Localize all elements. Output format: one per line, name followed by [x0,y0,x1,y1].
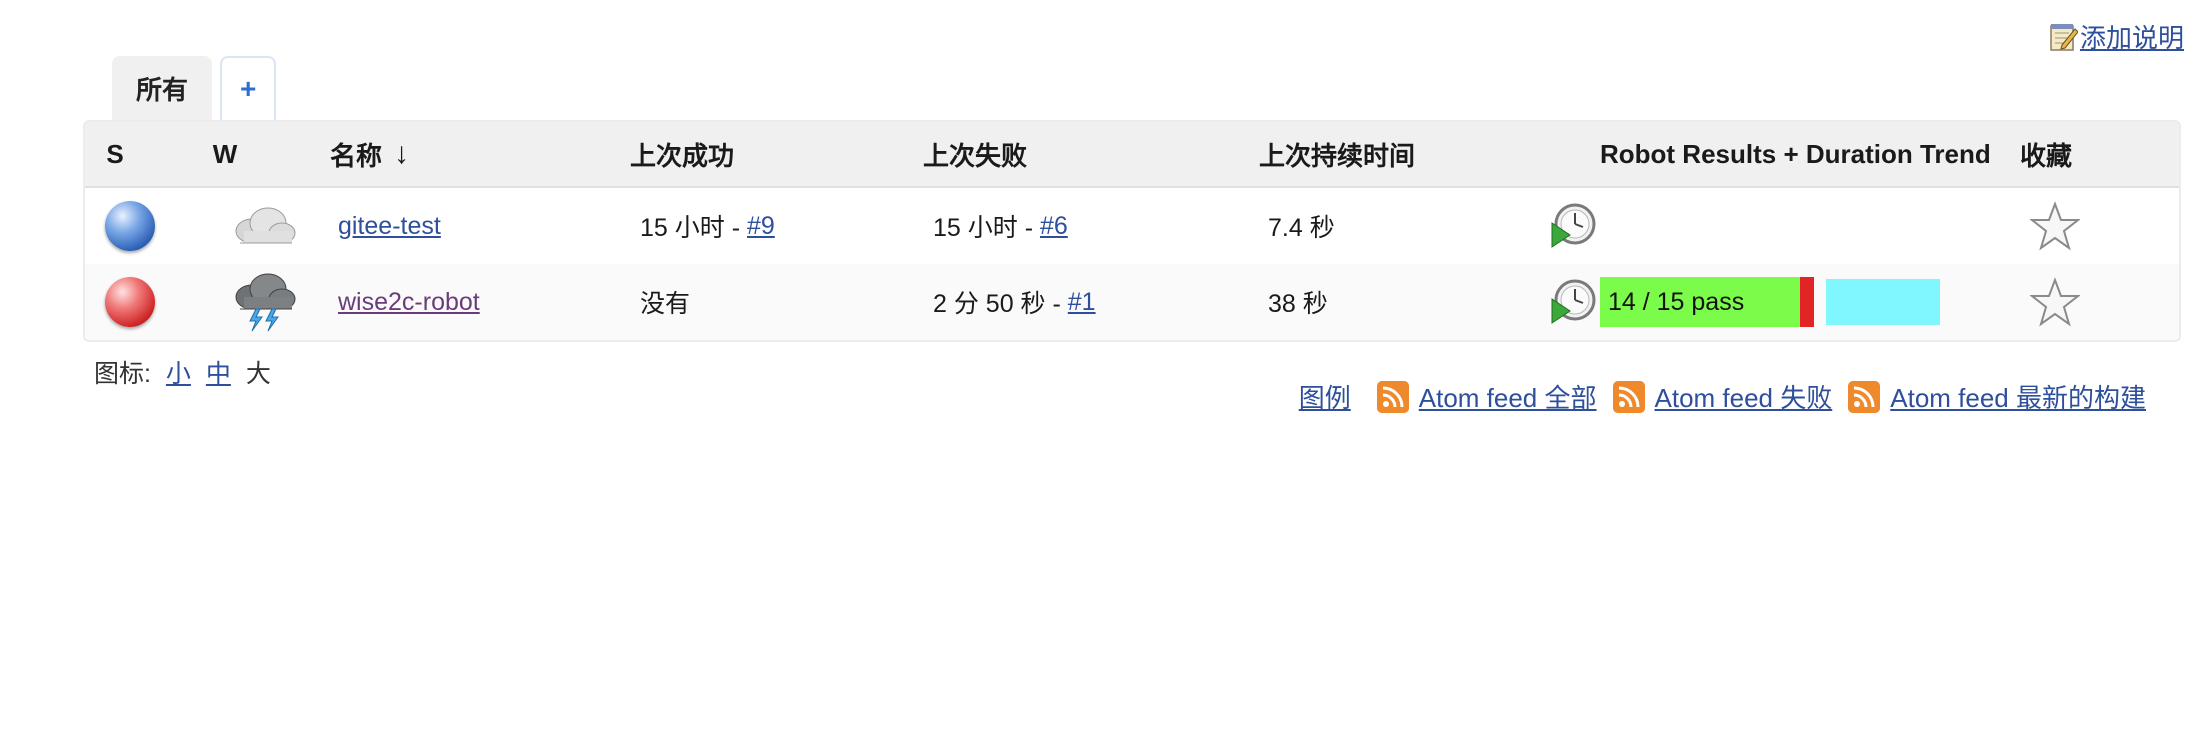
status-blue-ball-icon [105,201,155,251]
col-last-success[interactable]: 上次成功 [630,122,734,186]
last-success-time: 15 小时 - [640,214,747,242]
legend-link[interactable]: 图例 [1299,378,1351,415]
status-cell [85,264,175,340]
schedule-build-icon[interactable] [1548,201,1598,251]
last-failure-cell: 15 小时 - #6 [933,188,1068,264]
view-tabs: 所有 + [112,56,277,120]
sort-down-icon: ↓ [394,137,410,170]
col-name[interactable]: 名称 ↓ [330,122,409,186]
notepad-edit-icon [2050,23,2078,51]
cloudy-weather-icon [235,207,296,244]
robot-duration-trend [1826,279,1940,325]
feed-latest: Atom feed 最新的构建 [1848,378,2146,415]
job-link[interactable]: wise2c-robot [338,288,480,317]
last-failure-build-link[interactable]: #1 [1068,288,1096,317]
col-weather[interactable]: W [195,122,255,186]
table-header: S W 名称 ↓ 上次成功 上次失败 上次持续时间 Robot Results … [85,122,2179,188]
feed-latest-link[interactable]: Atom feed 最新的构建 [1890,378,2146,415]
projects-table: S W 名称 ↓ 上次成功 上次失败 上次持续时间 Robot Results … [83,120,2181,342]
table-row: gitee-test 15 小时 - #9 15 小时 - #6 7.4 秒 [85,188,2179,264]
col-last-duration[interactable]: 上次持续时间 [1259,122,1415,186]
last-success-time: 没有 [640,290,691,318]
robot-pass-segment: 14 / 15 pass [1600,277,1800,327]
last-failure-build-link[interactable]: #6 [1040,212,1068,241]
last-failure-time: 15 小时 - [933,214,1040,242]
last-failure-time: 2 分 50 秒 - [933,290,1068,318]
feed-links: 图例 Atom feed 全部 Atom feed 失败 Atom feed 最… [1299,378,2146,415]
job-name-cell: wise2c-robot [338,264,480,340]
schedule-build-cell [1543,264,1603,340]
robot-results-cell[interactable]: 14 / 15 pass [1600,264,1940,340]
rss-feed-icon[interactable] [1376,380,1409,413]
icon-size-medium[interactable]: 中 [206,360,231,388]
favorite-cell [2015,188,2095,264]
add-description-link[interactable]: 添加说明 [2080,18,2184,55]
last-failure-cell: 2 分 50 秒 - #1 [933,264,1096,340]
status-cell [85,188,175,264]
weather-cell [215,188,315,264]
robot-pass-label: 14 / 15 pass [1608,287,1745,316]
icon-size-large: 大 [245,360,271,388]
col-robot-results: Robot Results + Duration Trend [1600,138,1991,169]
weather-cell [215,264,315,340]
thunderstorm-weather-icon [235,273,296,332]
icon-size-small[interactable]: 小 [166,360,191,388]
rss-feed-icon[interactable] [1612,380,1645,413]
schedule-build-cell [1543,188,1603,264]
feed-failures: Atom feed 失败 [1612,378,1833,415]
robot-results-bar: 14 / 15 pass [1600,277,1940,327]
last-success-cell: 没有 [640,264,690,340]
job-name-cell: gitee-test [338,188,441,264]
add-description[interactable]: 添加说明 [2048,18,2184,55]
col-status[interactable]: S [85,122,145,186]
last-duration: 38 秒 [1268,290,1328,318]
col-name-label: 名称 [330,140,383,171]
last-success-cell: 15 小时 - #9 [640,188,775,264]
feed-all-link[interactable]: Atom feed 全部 [1419,378,1597,415]
col-favorite[interactable]: 收藏 [2020,122,2072,186]
favorite-cell [2015,264,2095,340]
tab-add-view[interactable]: + [220,56,277,120]
table-row: wise2c-robot 没有 2 分 50 秒 - #1 38 秒 14 / … [85,264,2179,340]
tab-all[interactable]: 所有 [112,56,213,120]
icon-size-selector: 图标: 小 中 大 [94,354,271,390]
robot-fail-segment [1800,277,1814,327]
status-red-ball-icon [105,277,155,327]
star-favorite-icon[interactable] [2030,277,2080,327]
feed-all: Atom feed 全部 [1376,378,1597,415]
last-success-build-link[interactable]: #9 [747,212,775,241]
feed-failures-link[interactable]: Atom feed 失败 [1655,378,1833,415]
star-favorite-icon[interactable] [2030,201,2080,251]
last-duration: 7.4 秒 [1268,214,1335,242]
col-last-failure[interactable]: 上次失败 [923,122,1027,186]
icon-size-label: 图标: [94,360,151,388]
job-link[interactable]: gitee-test [338,212,441,241]
rss-feed-icon[interactable] [1848,380,1881,413]
schedule-build-icon[interactable] [1548,277,1598,327]
